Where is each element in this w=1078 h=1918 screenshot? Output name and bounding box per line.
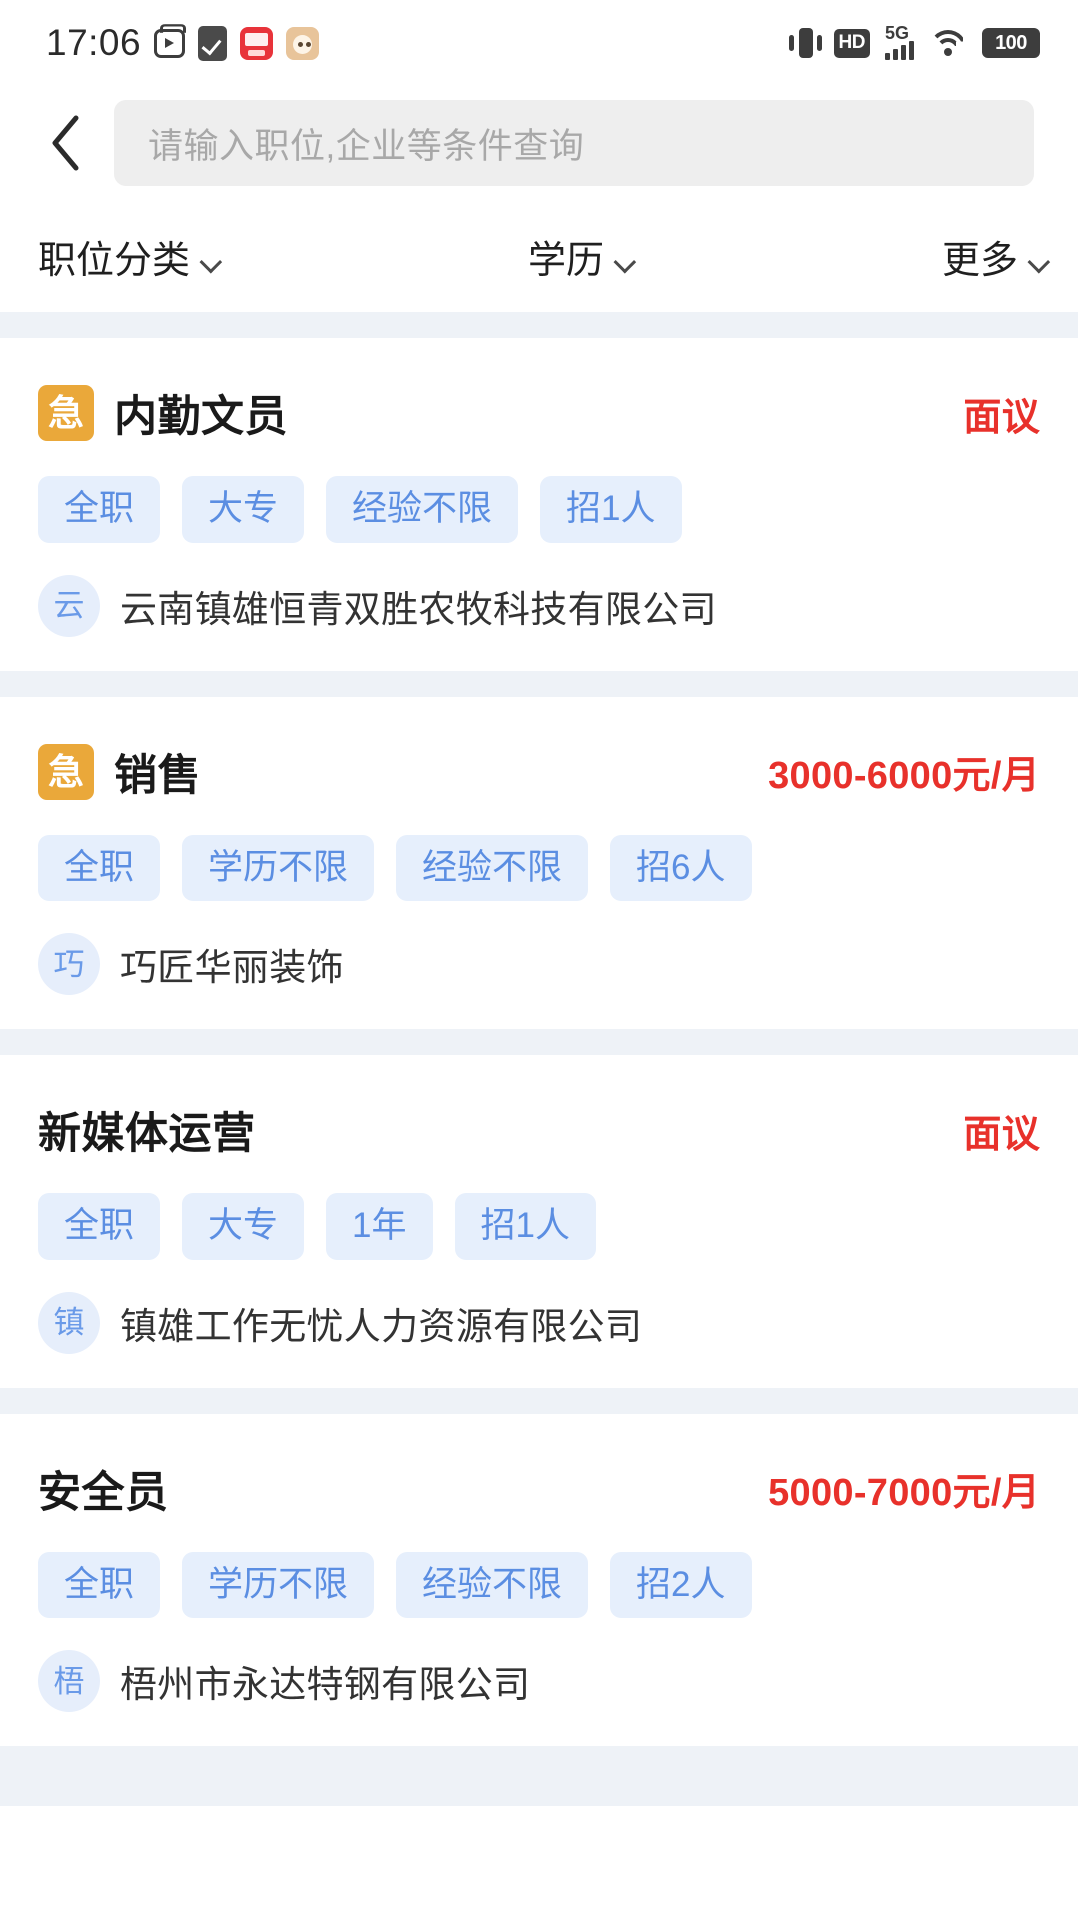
search-placeholder: 请输入职位,企业等条件查询 [148, 126, 585, 166]
company-name: 巧匠华丽装饰 [120, 947, 344, 988]
job-card[interactable]: 安全员 5000-7000元/月 全职 学历不限 经验不限 招2人 梧 梧州市永… [0, 1413, 1078, 1746]
red-app-icon [240, 26, 274, 60]
job-tag: 大专 [182, 476, 305, 543]
company-avatar: 云 [38, 574, 100, 637]
job-card[interactable]: 急 内勤文员 面议 全职 大专 经验不限 招1人 云 云南镇雄恒青双胜农牧科技有… [0, 338, 1078, 671]
vibrate-icon [788, 26, 819, 60]
back-chevron-icon[interactable] [34, 107, 96, 179]
filter-job-category[interactable]: 职位分类 [38, 229, 223, 284]
job-tag: 大专 [182, 1193, 305, 1260]
company-row[interactable]: 镇 镇雄工作无忧人力资源有限公司 [38, 1291, 1040, 1354]
job-title-group: 安全员 [38, 1458, 169, 1520]
job-tag: 招1人 [540, 476, 682, 543]
tv-app-icon [154, 28, 186, 58]
job-title-group: 急 内勤文员 [38, 382, 288, 444]
job-card-header: 新媒体运营 面议 [38, 1099, 1040, 1161]
wifi-icon [929, 28, 967, 58]
job-title-group: 急 销售 [38, 741, 201, 803]
job-list: 急 内勤文员 面议 全职 大专 经验不限 招1人 云 云南镇雄恒青双胜农牧科技有… [0, 312, 1078, 1806]
company-name: 镇雄工作无忧人力资源有限公司 [120, 1305, 643, 1347]
job-tag: 全职 [38, 1193, 161, 1260]
job-tag-row: 全职 大专 1年 招1人 [38, 1193, 1040, 1260]
job-tag: 招2人 [610, 1551, 752, 1618]
company-name: 梧州市永达特钢有限公司 [120, 1664, 531, 1705]
job-card-header: 急 内勤文员 面议 [38, 382, 1040, 444]
job-tag: 学历不限 [182, 1551, 375, 1618]
job-card[interactable]: 新媒体运营 面议 全职 大专 1年 招1人 镇 镇雄工作无忧人力资源有限公司 [0, 1055, 1078, 1388]
list-separator [0, 1387, 1078, 1414]
job-salary: 面议 [963, 1113, 1040, 1156]
search-header: 请输入职位,企业等条件查询 [0, 86, 1078, 200]
status-time: 17:06 [46, 22, 142, 63]
search-input[interactable]: 请输入职位,企业等条件查询 [114, 100, 1034, 186]
filter-education-label: 学历 [527, 239, 604, 282]
company-avatar: 镇 [38, 1291, 100, 1354]
chevron-down-icon [613, 250, 637, 273]
battery-indicator: 100 [982, 28, 1040, 58]
tan-app-icon [286, 26, 320, 60]
job-salary: 5000-7000元/月 [768, 1472, 1040, 1514]
list-separator [0, 670, 1078, 697]
urgent-badge: 急 [38, 385, 94, 441]
job-tag-row: 全职 大专 经验不限 招1人 [38, 476, 1040, 543]
list-separator [0, 1029, 1078, 1055]
list-separator [0, 312, 1078, 338]
job-title: 内勤文员 [114, 393, 288, 441]
job-tag: 招1人 [454, 1193, 596, 1260]
company-name: 云南镇雄恒青双胜农牧科技有限公司 [120, 588, 717, 630]
job-tag-row: 全职 学历不限 经验不限 招6人 [38, 834, 1040, 901]
company-row[interactable]: 云 云南镇雄恒青双胜农牧科技有限公司 [38, 574, 1040, 637]
job-title: 新媒体运营 [38, 1110, 256, 1158]
job-tag: 招6人 [610, 834, 752, 901]
company-avatar: 巧 [38, 933, 100, 995]
urgent-badge: 急 [38, 743, 94, 800]
job-tag: 全职 [38, 1551, 161, 1618]
filter-job-category-label: 职位分类 [38, 239, 191, 282]
filter-education[interactable]: 学历 [216, 229, 942, 284]
signal-5g-icon: 5G [885, 23, 914, 60]
company-row[interactable]: 巧 巧匠华丽装饰 [38, 933, 1040, 995]
hd-icon: HD [833, 28, 870, 58]
job-tag: 经验不限 [396, 834, 589, 901]
status-bar: 17:06 HD 5G 100 [0, 0, 1078, 86]
job-salary: 3000-6000元/月 [768, 755, 1040, 797]
status-bar-right: HD 5G 100 [788, 23, 1040, 60]
company-avatar: 梧 [38, 1650, 100, 1712]
company-row[interactable]: 梧 梧州市永达特钢有限公司 [38, 1650, 1040, 1712]
job-salary: 面议 [963, 396, 1040, 439]
job-title: 安全员 [38, 1468, 169, 1517]
list-bottom-spacer [0, 1746, 1078, 1806]
job-card[interactable]: 急 销售 3000-6000元/月 全职 学历不限 经验不限 招6人 巧 巧匠华… [0, 696, 1078, 1029]
job-card-header: 急 销售 3000-6000元/月 [38, 741, 1040, 803]
filter-more[interactable]: 更多 [941, 229, 1051, 284]
job-tag: 经验不限 [396, 1551, 589, 1618]
filter-more-label: 更多 [941, 239, 1018, 282]
job-tag: 全职 [38, 476, 161, 543]
job-title-group: 新媒体运营 [38, 1099, 256, 1161]
job-tag: 全职 [38, 834, 161, 901]
job-tag: 学历不限 [182, 834, 375, 901]
job-tag: 1年 [326, 1193, 433, 1260]
job-title: 销售 [114, 751, 201, 800]
job-card-header: 安全员 5000-7000元/月 [38, 1458, 1040, 1520]
filter-bar: 职位分类 学历 更多 [0, 200, 1078, 312]
status-bar-left: 17:06 [46, 22, 320, 64]
phone-screen: 17:06 HD 5G 100 请输入职位,企业等条件查询 职位分类 学历 更多… [0, 0, 1078, 1918]
chevron-down-icon [1027, 250, 1051, 273]
job-tag-row: 全职 学历不限 经验不限 招2人 [38, 1551, 1040, 1618]
check-clipboard-icon [198, 25, 228, 61]
network-type-label: 5G [885, 23, 910, 43]
job-tag: 经验不限 [326, 476, 519, 543]
